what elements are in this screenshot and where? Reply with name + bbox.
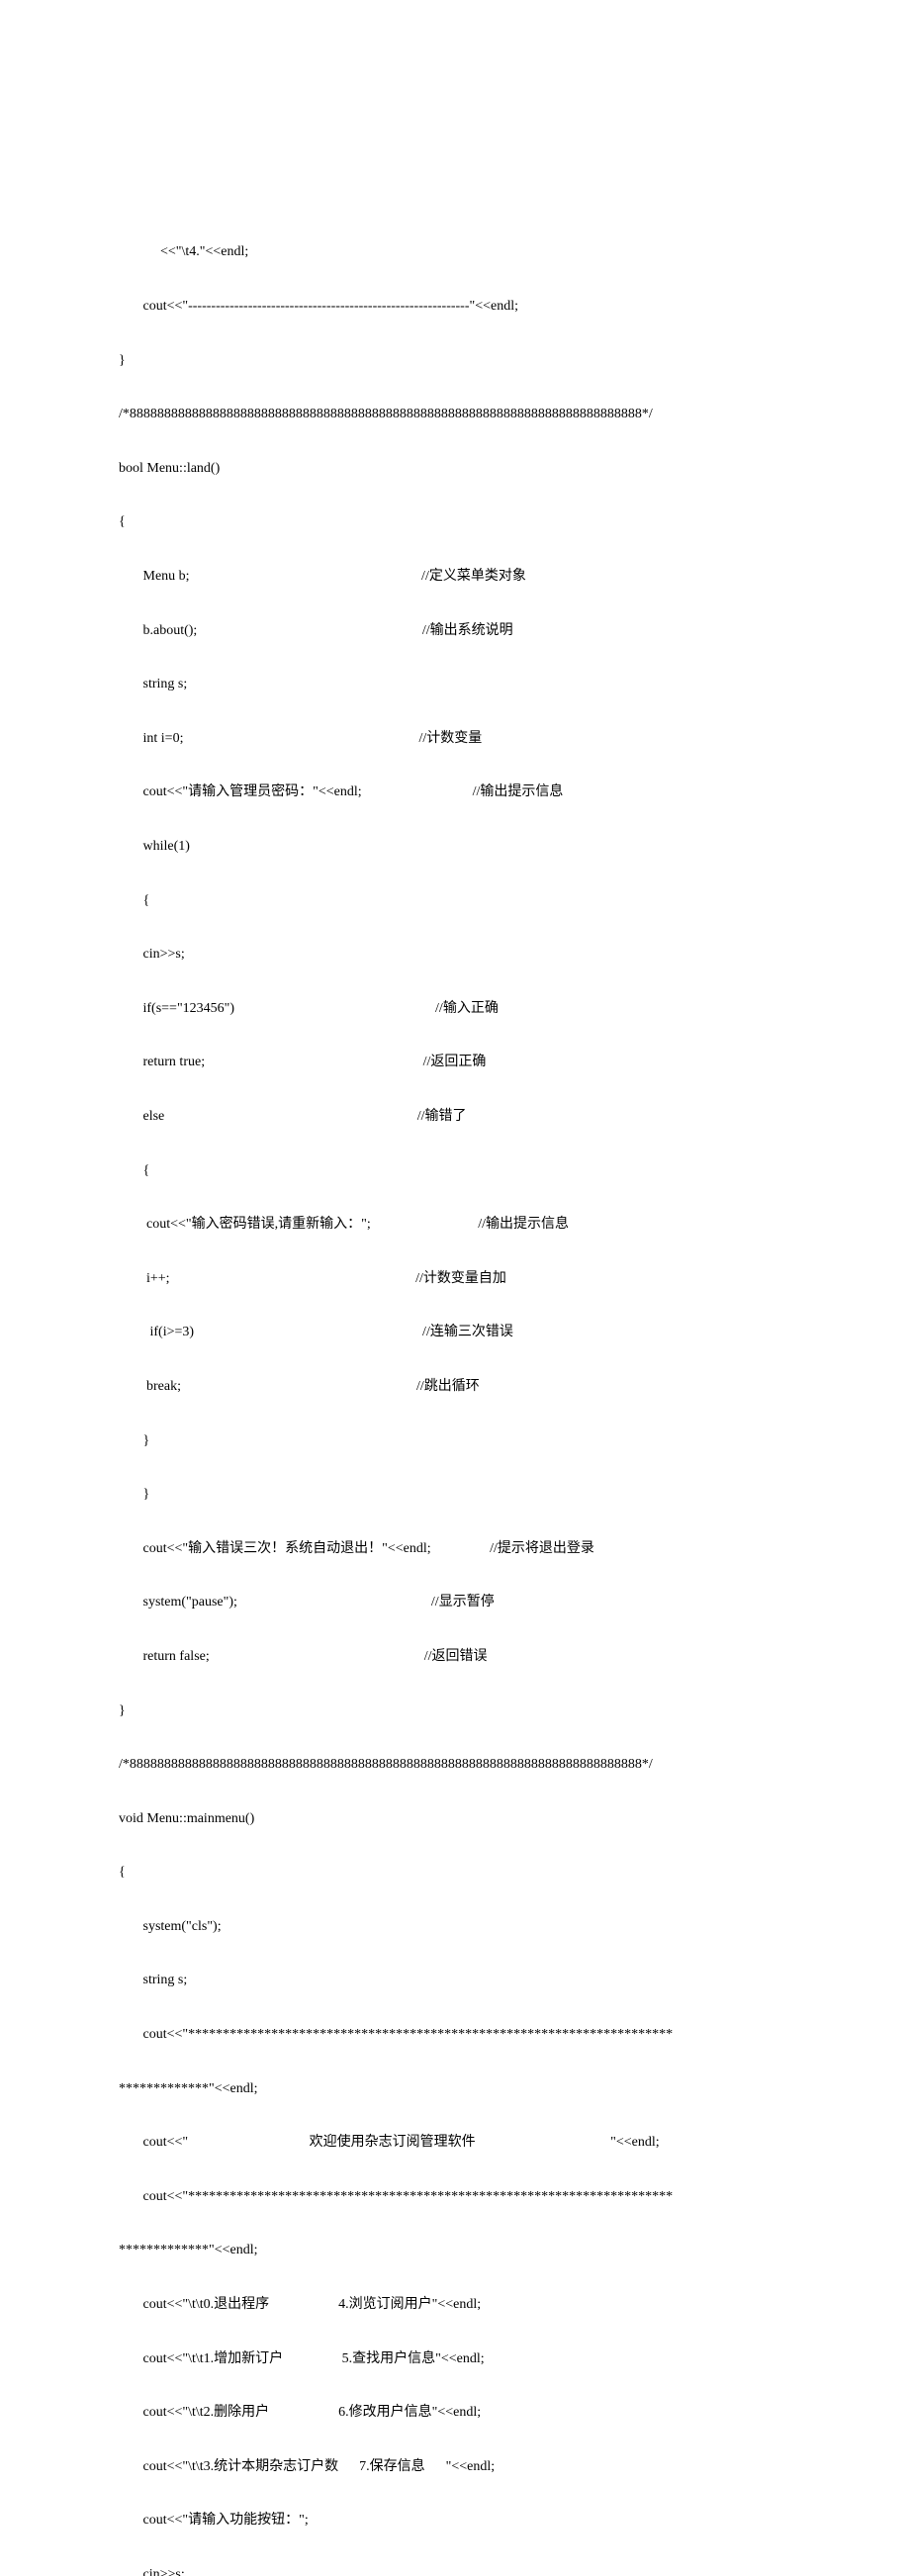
code-line: } <box>119 1427 910 1454</box>
code-line: cout<<"请输入管理员密码："<<endl; //输出提示信息 <box>119 779 910 805</box>
code-line: cout<<"*********************************… <box>119 2183 910 2210</box>
code-line: { <box>119 1157 910 1184</box>
code-line: cout<<"输入密码错误,请重新输入："; //输出提示信息 <box>119 1211 910 1238</box>
code-block: <<"\t4."<<endl; cout<<"-----------------… <box>119 212 910 2576</box>
code-line: system("pause"); //显示暂停 <box>119 1589 910 1615</box>
code-line: } <box>119 1481 910 1508</box>
code-line: /*88888888888888888888888888888888888888… <box>119 1751 910 1778</box>
code-line: cout<<"\t\t0.退出程序 4.浏览订阅用户"<<endl; <box>119 2291 910 2318</box>
code-line: system("cls"); <box>119 1913 910 1940</box>
code-line: cout<<"\t\t2.删除用户 6.修改用户信息"<<endl; <box>119 2399 910 2426</box>
code-line: cout<<"请输入功能按钮："; <box>119 2507 910 2533</box>
code-line: cout<<"*********************************… <box>119 2021 910 2048</box>
code-line: <<"\t4."<<endl; <box>119 238 910 265</box>
code-line: cin>>s; <box>119 2561 910 2576</box>
code-line: string s; <box>119 1967 910 1993</box>
code-line: return false; //返回错误 <box>119 1643 910 1670</box>
code-line: string s; <box>119 671 910 697</box>
code-line: cout<<"\t\t1.增加新订户 5.查找用户信息"<<endl; <box>119 2346 910 2372</box>
code-line: else //输错了 <box>119 1103 910 1130</box>
code-line: Menu b; //定义菜单类对象 <box>119 563 910 590</box>
code-line: cout<<"输入错误三次！系统自动退出！"<<endl; //提示将退出登录 <box>119 1535 910 1562</box>
code-line: if(s=="123456") //输入正确 <box>119 995 910 1022</box>
code-line: bool Menu::land() <box>119 455 910 482</box>
code-line: cout<<"\t\t3.统计本期杂志订户数 7.保存信息 "<<endl; <box>119 2453 910 2480</box>
code-line: cout<<" 欢迎使用杂志订阅管理软件 "<<endl; <box>119 2129 910 2156</box>
code-line: } <box>119 1698 910 1724</box>
code-line: void Menu::mainmenu() <box>119 1805 910 1832</box>
code-line: *************"<<endl; <box>119 2237 910 2263</box>
code-line: /*88888888888888888888888888888888888888… <box>119 401 910 427</box>
code-line: cin>>s; <box>119 941 910 967</box>
code-line: { <box>119 887 910 914</box>
code-line: } <box>119 347 910 374</box>
code-line: b.about(); //输出系统说明 <box>119 617 910 644</box>
code-line: return true; //返回正确 <box>119 1049 910 1075</box>
code-line: if(i>=3) //连输三次错误 <box>119 1319 910 1345</box>
code-line: *************"<<endl; <box>119 2075 910 2102</box>
code-line: cout<<"---------------------------------… <box>119 293 910 320</box>
code-line: int i=0; //计数变量 <box>119 725 910 752</box>
code-line: break; //跳出循环 <box>119 1373 910 1400</box>
code-line: while(1) <box>119 833 910 860</box>
code-line: { <box>119 508 910 535</box>
code-line: { <box>119 1859 910 1886</box>
